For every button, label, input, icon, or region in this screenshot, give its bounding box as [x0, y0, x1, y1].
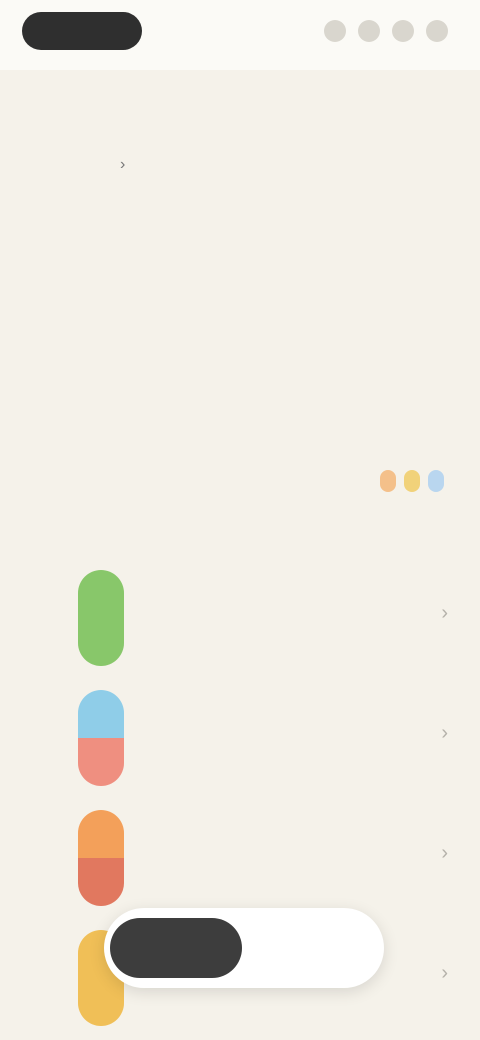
list-item-2[interactable]: ›	[0, 680, 480, 800]
title-chevron-icon[interactable]: ›	[120, 156, 125, 174]
item-color-bar	[78, 570, 124, 666]
item-color-bar	[78, 810, 124, 906]
chevron-right-icon: ›	[441, 842, 448, 864]
chevron-right-icon: ›	[441, 602, 448, 624]
legend-dot-2	[404, 470, 420, 492]
legend-dot-3	[428, 470, 444, 492]
secondary-action-button[interactable]	[254, 918, 374, 978]
top-action-2-icon[interactable]	[358, 20, 380, 42]
item-color-segment	[78, 570, 124, 666]
top-menu-button[interactable]	[22, 12, 142, 50]
item-text	[168, 578, 400, 584]
list-item-1[interactable]: ›	[0, 560, 480, 680]
item-color-segment	[78, 858, 124, 906]
item-color-segment	[78, 738, 124, 786]
top-action-3-icon[interactable]	[392, 20, 414, 42]
list-item-3[interactable]: ›	[0, 800, 480, 920]
legend-dot-1	[380, 470, 396, 492]
item-color-bar	[78, 690, 124, 786]
item-text	[168, 818, 400, 824]
item-color-segment	[78, 690, 124, 738]
primary-action-button[interactable]	[110, 918, 242, 978]
chevron-right-icon: ›	[441, 962, 448, 984]
top-actions	[324, 20, 448, 42]
legend	[380, 470, 452, 492]
item-color-segment	[78, 810, 124, 858]
item-text	[168, 698, 400, 704]
top-bar	[0, 0, 480, 70]
section-header	[28, 466, 452, 496]
top-action-4-icon[interactable]	[426, 20, 448, 42]
bottom-action-bar	[104, 908, 384, 988]
top-action-1-icon[interactable]	[324, 20, 346, 42]
chevron-right-icon: ›	[441, 722, 448, 744]
